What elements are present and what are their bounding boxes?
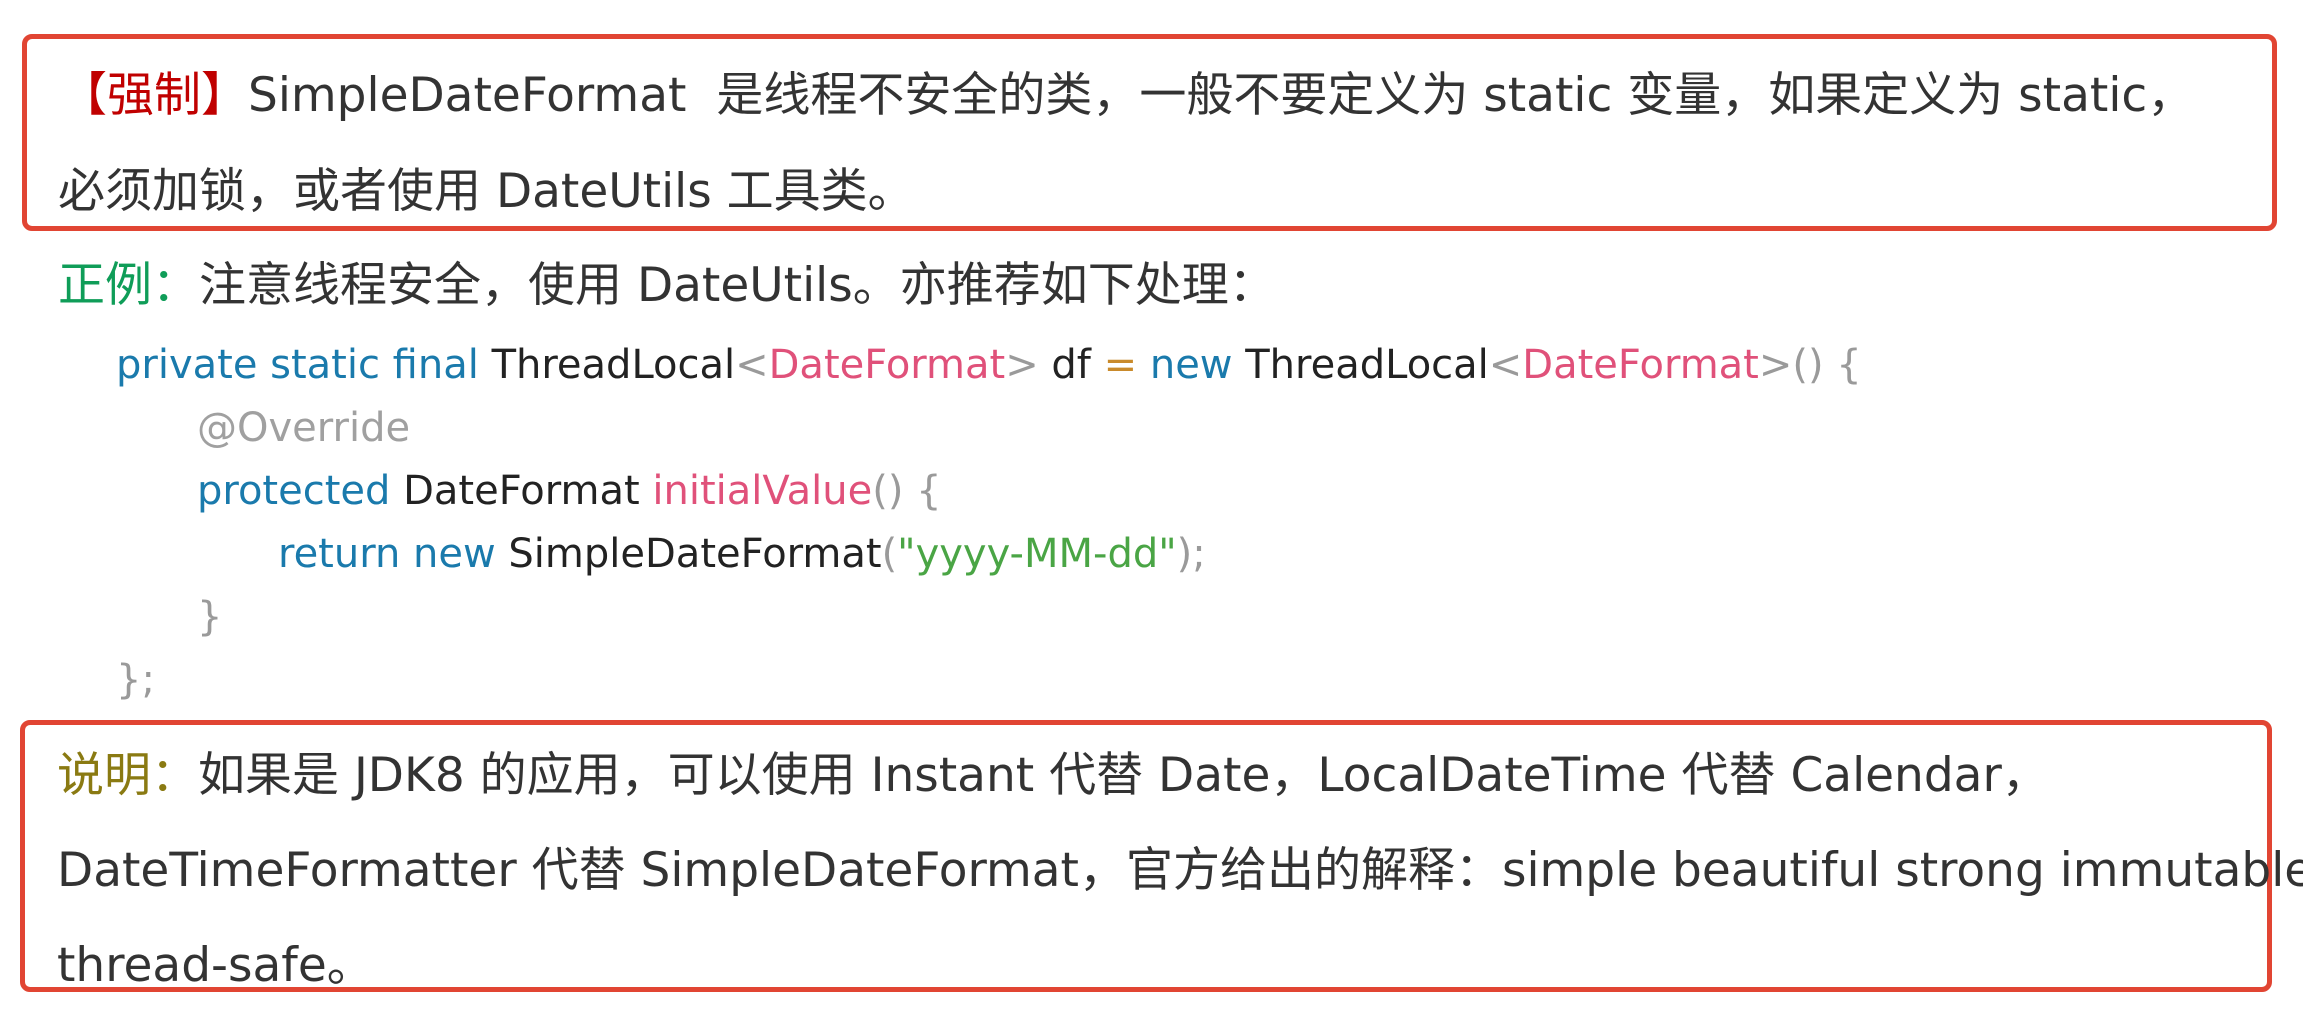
code-line-2: @Override bbox=[197, 403, 410, 453]
note-line-1: 说明：如果是 JDK8 的应用，可以使用 Instant 代替 Date，Loc… bbox=[57, 746, 2049, 806]
code-keyword: return new bbox=[278, 531, 496, 577]
example-tag: 正例： bbox=[58, 258, 199, 313]
code-punct: } bbox=[197, 594, 223, 640]
code-punct: ( bbox=[881, 531, 898, 577]
rule-text-2: 必须加锁，或者使用 DateUtils 工具类。 bbox=[58, 164, 915, 219]
code-punct: () { bbox=[1792, 342, 1862, 388]
code-type: ThreadLocal bbox=[478, 342, 736, 388]
code-line-6: }; bbox=[116, 655, 155, 705]
code-keyword: private static final bbox=[116, 342, 479, 388]
code-annotation: @Override bbox=[197, 405, 411, 451]
example-text: 注意线程安全，使用 DateUtils。亦推荐如下处理： bbox=[199, 258, 1276, 313]
rule-line-1: 【强制】SimpleDateFormat 是线程不安全的类，一般不要定义为 st… bbox=[60, 66, 2194, 126]
code-line-5: } bbox=[197, 592, 222, 642]
code-keyword: new bbox=[1149, 342, 1233, 388]
code-string: "yyyy-MM-dd" bbox=[897, 531, 1177, 577]
code-type: SimpleDateFormat bbox=[495, 531, 882, 577]
note-text-3: thread-safe。 bbox=[57, 938, 374, 993]
mandatory-tag: 【强制】 bbox=[60, 68, 248, 123]
rule-text-1: SimpleDateFormat 是线程不安全的类，一般不要定义为 static… bbox=[248, 68, 2195, 123]
code-punct: () { bbox=[872, 468, 942, 514]
code-punct: ); bbox=[1176, 531, 1206, 577]
code-variable: df bbox=[1038, 342, 1104, 388]
code-operator: = bbox=[1103, 342, 1138, 388]
code-line-3: protected DateFormat initialValue() { bbox=[197, 466, 942, 516]
code-punct: > bbox=[1758, 342, 1793, 388]
code-generic: DateFormat bbox=[768, 342, 1006, 388]
note-line-3: thread-safe。 bbox=[57, 936, 374, 996]
note-line-2: DateTimeFormatter 代替 SimpleDateFormat，官方… bbox=[57, 841, 2303, 901]
rule-line-2: 必须加锁，或者使用 DateUtils 工具类。 bbox=[58, 162, 915, 222]
code-punct: < bbox=[1488, 342, 1523, 388]
code-punct: }; bbox=[116, 657, 155, 703]
note-text-2: DateTimeFormatter 代替 SimpleDateFormat，官方… bbox=[57, 843, 2303, 898]
code-punct: < bbox=[735, 342, 769, 388]
code-line-4: return new SimpleDateFormat("yyyy-MM-dd"… bbox=[278, 529, 1206, 579]
code-type: DateFormat bbox=[390, 468, 653, 514]
code-punct: > bbox=[1005, 342, 1039, 388]
note-text-1: 如果是 JDK8 的应用，可以使用 Instant 代替 Date，LocalD… bbox=[198, 748, 2049, 803]
code-generic: DateFormat bbox=[1522, 342, 1759, 388]
code-line-1: private static final ThreadLocal<DateFor… bbox=[116, 340, 1862, 390]
code-method: initialValue bbox=[652, 468, 873, 514]
code-type: ThreadLocal bbox=[1232, 342, 1489, 388]
example-line: 正例：注意线程安全，使用 DateUtils。亦推荐如下处理： bbox=[58, 256, 1276, 316]
note-tag: 说明： bbox=[57, 748, 198, 803]
code-keyword: protected bbox=[197, 468, 391, 514]
